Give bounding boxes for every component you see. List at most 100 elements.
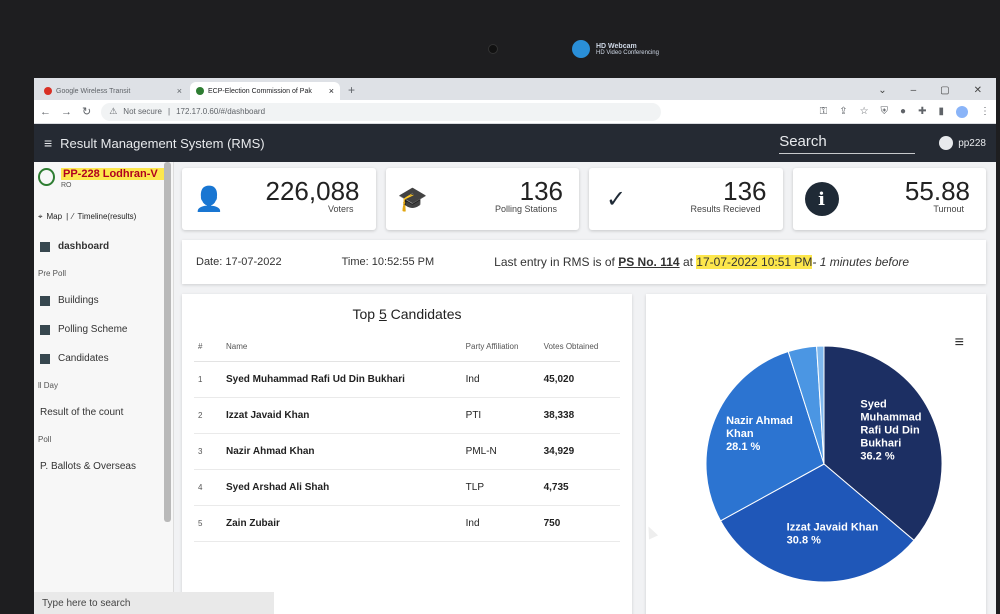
building-icon [40, 295, 50, 306]
candidate-name: Nazir Ahmad Khan [222, 433, 462, 470]
url-text: 172.17.0.60/#/dashboard [176, 107, 266, 116]
close-window-icon[interactable]: ✕ [974, 85, 982, 96]
row-number: 5 [194, 505, 222, 542]
sidepanel-icon[interactable]: ▮ [938, 106, 944, 118]
stat-value: 226,088 [265, 176, 360, 206]
votes: 34,929 [539, 433, 620, 470]
sidebar-item-label: Buildings [58, 295, 99, 306]
taskbar-search-text: Type here to search [42, 597, 131, 609]
sidebar-scrollbar[interactable] [164, 162, 171, 522]
row-number: 3 [194, 433, 222, 470]
table-row: 5 Zain Zubair Ind 750 [194, 505, 620, 542]
profile-avatar[interactable] [956, 105, 968, 118]
dashboard-main: 👤 226,088 Voters 🎓 136 Polling Stations … [174, 162, 996, 614]
timeline-icon: ⁄ [72, 212, 74, 221]
camera-icon [572, 40, 590, 58]
search-input[interactable]: Search [779, 133, 916, 154]
party: PML-N [461, 433, 540, 470]
sidebar-link-timeline[interactable]: Timeline(results) [78, 212, 137, 222]
votes: 45,020 [539, 361, 620, 398]
stats-row: 👤 226,088 Voters 🎓 136 Polling Stations … [182, 168, 986, 230]
current-time: Time: 10:52:55 PM [341, 256, 435, 268]
back-icon[interactable]: ← [40, 106, 51, 118]
sidebar-brand: PP-228 Lodhran-V RO [34, 162, 173, 202]
browser-tab-active[interactable]: ECP-Election Commission of Pak × [190, 82, 340, 100]
hamburger-menu-icon[interactable]: ≡ [44, 135, 52, 151]
app-body: PP-228 Lodhran-V RO ⌖ Map | ⁄ Timeline(r… [34, 162, 996, 614]
browser-tab[interactable]: Google Wireless Transit × [38, 82, 188, 100]
sidebar-item-polling-scheme[interactable]: Polling Scheme [34, 315, 173, 344]
share-icon[interactable]: ⇪ [839, 106, 847, 118]
webcam-lens [488, 44, 498, 54]
candidates-table: # Name Party Affiliation Votes Obtained … [194, 332, 620, 542]
sidebar-item-ballots[interactable]: P. Ballots & Overseas [34, 452, 173, 481]
col-header-party: Party Affiliation [461, 332, 540, 362]
votes: 4,735 [539, 469, 620, 506]
stat-label: Results Recieved [690, 204, 761, 214]
webcam-badge: HD Webcam HD Video Conferencing [572, 40, 659, 58]
laptop-bezel: HD Webcam HD Video Conferencing Google W… [0, 0, 1000, 614]
candidate-name: Syed Arshad Ali Shah [222, 469, 462, 506]
top-candidates-panel: Top 5 Candidates # Name Party Affiliatio… [182, 294, 632, 614]
bookmark-star-icon[interactable]: ☆ [860, 106, 869, 118]
new-tab-icon[interactable]: + [342, 83, 361, 100]
screen: Google Wireless Transit × ECP-Election C… [34, 78, 996, 614]
chevron-down-icon[interactable]: ⌄ [878, 85, 886, 96]
stat-card-polling-stations: 🎓 136 Polling Stations [385, 168, 579, 230]
minimize-icon[interactable]: – [911, 85, 917, 96]
check-icon: ✓ [605, 185, 627, 213]
sidebar-item-candidates[interactable]: Candidates [34, 344, 173, 373]
sidebar-item-label: Candidates [58, 353, 109, 364]
last-entry-prefix: Last entry in RMS is of [494, 255, 615, 269]
extensions-area: ⚿ ⇪ ☆ ⛨ ● ✚ ▮ ⋮ [820, 105, 990, 118]
map-pin-icon: ⌖ [38, 212, 43, 221]
last-entry-at: at [682, 255, 693, 269]
info-icon: i [804, 182, 839, 216]
stat-value: 55.88 [904, 176, 970, 206]
candidate-name: Izzat Javaid Khan [222, 397, 462, 434]
people-icon [40, 353, 50, 364]
key-icon[interactable]: ⚿ [820, 106, 828, 118]
constituency-name: PP-228 Lodhran-V [61, 168, 169, 180]
sidebar-item-dashboard[interactable]: dashboard [34, 232, 173, 261]
role-label: RO [61, 182, 72, 189]
sidebar-item-label: P. Ballots & Overseas [40, 461, 136, 472]
tab-label: Google Wireless Transit [56, 87, 131, 95]
last-entry-ps-link[interactable]: PS No. 114 [618, 255, 679, 269]
candidate-name: Syed Muhammad Rafi Ud Din Bukhari [222, 361, 462, 398]
address-bar[interactable]: ⚠ Not secure | 172.17.0.60/#/dashboard [101, 102, 662, 121]
webcam-subtitle: HD Video Conferencing [596, 49, 659, 56]
sidebar-item-result-of-count[interactable]: Result of the count [34, 398, 173, 427]
sidebar-link-map[interactable]: Map [47, 212, 63, 222]
stat-label: Turnout [933, 204, 964, 214]
close-tab-icon[interactable]: × [177, 86, 182, 96]
window-controls: ⌄ – ▢ ✕ [864, 85, 996, 100]
panels-row: Top 5 Candidates # Name Party Affiliatio… [182, 294, 986, 614]
maximize-icon[interactable]: ▢ [940, 85, 949, 96]
close-tab-icon[interactable]: × [329, 86, 334, 96]
stat-card-turnout: i 55.88 Turnout [792, 168, 986, 230]
windows-taskbar-search[interactable]: Type here to search [34, 592, 274, 614]
account-circle-icon [939, 136, 954, 150]
browser-toolbar: ← → ↻ ⚠ Not secure | 172.17.0.60/#/dashb… [34, 100, 996, 124]
vote-share-chart-panel: ≡ Syed Muhammad Rafi Ud Din Bukhari 36.2 % Iz… [646, 294, 986, 614]
forward-icon[interactable]: → [61, 106, 72, 118]
dashboard-icon [40, 241, 50, 252]
extension-icon[interactable]: ● [900, 106, 906, 118]
candidate-name: Zain Zubair [222, 505, 462, 542]
browser-tabbar: Google Wireless Transit × ECP-Election C… [34, 78, 996, 100]
ecp-emblem-icon [38, 168, 55, 186]
col-header-votes: Votes Obtained [539, 332, 620, 362]
reload-icon[interactable]: ↻ [82, 105, 91, 118]
sidebar-section-post-poll: Poll [38, 435, 52, 444]
favicon-icon [196, 87, 204, 95]
sidebar-item-buildings[interactable]: Buildings [34, 286, 173, 315]
puzzle-icon[interactable]: ✚ [918, 106, 926, 118]
party: TLP [461, 469, 540, 506]
last-entry-text: Last entry in RMS is of PS No. 114 at 17… [494, 255, 909, 269]
votes: 38,338 [539, 397, 620, 434]
shield-icon[interactable]: ⛨ [881, 106, 889, 118]
kebab-menu-icon[interactable]: ⋮ [980, 106, 990, 118]
graduation-cap-icon: 🎓 [397, 185, 428, 213]
user-menu[interactable]: pp228 [939, 136, 986, 150]
